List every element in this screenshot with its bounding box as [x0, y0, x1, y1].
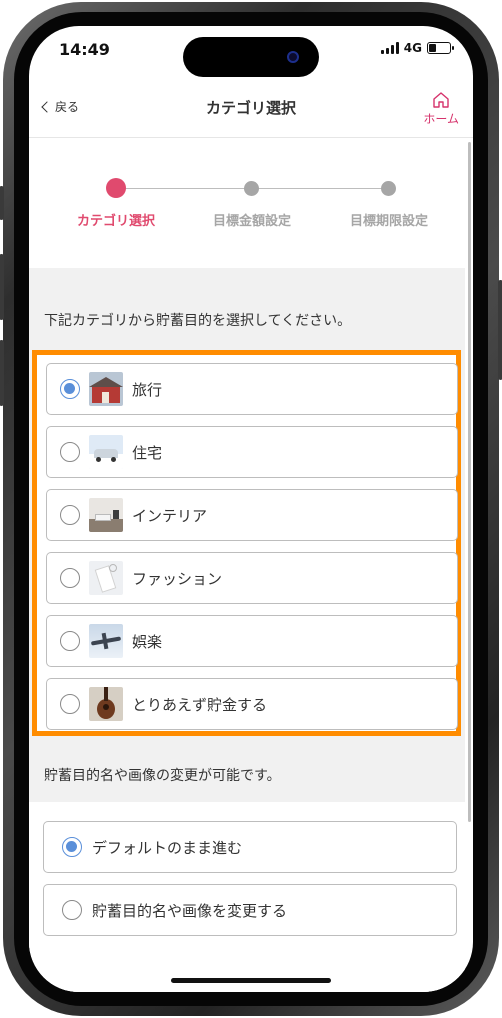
car-photo-icon: [89, 435, 123, 469]
home-indicator: [171, 978, 331, 983]
step-dot: [244, 181, 259, 196]
category-option-interior[interactable]: インテリア: [46, 489, 458, 541]
category-option-travel[interactable]: 旅行: [46, 363, 458, 415]
home-icon: [433, 92, 449, 108]
battery-icon: [427, 42, 454, 54]
radio-button[interactable]: [60, 568, 80, 588]
category-option-housing[interactable]: 住宅: [46, 426, 458, 478]
volume-up-button: [0, 254, 4, 320]
status-time: 14:49: [59, 40, 110, 59]
category-label: とりあえず貯金する: [132, 695, 268, 714]
option-change-name-image[interactable]: 貯蓄目的名や画像を変更する: [43, 884, 457, 936]
home-label: ホーム: [423, 112, 459, 126]
option-keep-default[interactable]: デフォルトのまま進む: [43, 821, 457, 873]
radio-button[interactable]: [60, 442, 80, 462]
category-label: 娯楽: [132, 632, 163, 651]
battery-level: [429, 44, 436, 52]
radio-button[interactable]: [62, 837, 82, 857]
stepper-line: [251, 188, 387, 189]
step-label-category: カテゴリ選択: [76, 214, 155, 229]
home-button[interactable]: ホーム: [423, 90, 459, 127]
page-title: カテゴリ選択: [205, 99, 296, 117]
category-label: 住宅: [132, 443, 163, 462]
option-label: 貯蓄目的名や画像を変更する: [92, 901, 288, 920]
dynamic-island: [183, 37, 319, 77]
radio-button[interactable]: [62, 900, 82, 920]
interior-photo-icon: [89, 498, 123, 532]
name-option-group: デフォルトのまま進む 貯蓄目的名や画像を変更する: [29, 802, 465, 992]
radio-button[interactable]: [60, 379, 80, 399]
radio-button[interactable]: [60, 694, 80, 714]
screen: 14:49 4G 戻る カテゴリ選択 ホーム カテゴリ選択 目標金額設定 目標期…: [29, 26, 473, 992]
step-label-amount: 目標金額設定: [212, 214, 291, 229]
signal-icon: [380, 42, 399, 54]
step-label-deadline: 目標期限設定: [349, 214, 428, 229]
fashion-photo-icon: [89, 561, 123, 595]
category-label: インテリア: [132, 506, 208, 525]
step-dot-active: [106, 178, 126, 198]
mute-switch: [0, 186, 4, 220]
option-label: デフォルトのまま進む: [92, 838, 243, 857]
house-photo-icon: [89, 372, 123, 406]
guitar-photo-icon: [89, 687, 123, 721]
volume-down-button: [0, 340, 4, 406]
navigation-bar: 戻る カテゴリ選択 ホーム: [29, 82, 473, 138]
step-dot: [381, 181, 396, 196]
airplane-photo-icon: [89, 624, 123, 658]
network-label: 4G: [403, 41, 422, 55]
category-option-fashion[interactable]: ファッション: [46, 552, 458, 604]
radio-button[interactable]: [60, 631, 80, 651]
progress-stepper: カテゴリ選択 目標金額設定 目標期限設定: [29, 138, 465, 268]
second-instruction-text: 貯蓄目的名や画像の変更が可能です。: [44, 768, 281, 784]
category-option-savings[interactable]: とりあえず貯金する: [46, 678, 458, 730]
stepper-line: [117, 188, 251, 189]
instruction-text: 下記カテゴリから貯蓄目的を選択してください。: [44, 313, 352, 329]
status-indicators: 4G: [380, 41, 454, 55]
radio-button[interactable]: [60, 505, 80, 525]
category-list-highlight: 旅行 住宅 インテリア ファッション 娯楽 とりあえず貯金する: [32, 350, 461, 736]
power-button: [498, 280, 502, 380]
scrollbar[interactable]: [468, 142, 471, 822]
category-option-entertainment[interactable]: 娯楽: [46, 615, 458, 667]
category-label: ファッション: [132, 569, 223, 588]
camera-icon: [287, 51, 299, 63]
content-area: カテゴリ選択 目標金額設定 目標期限設定 下記カテゴリから貯蓄目的を選択してくだ…: [29, 138, 465, 992]
category-label: 旅行: [132, 380, 163, 399]
